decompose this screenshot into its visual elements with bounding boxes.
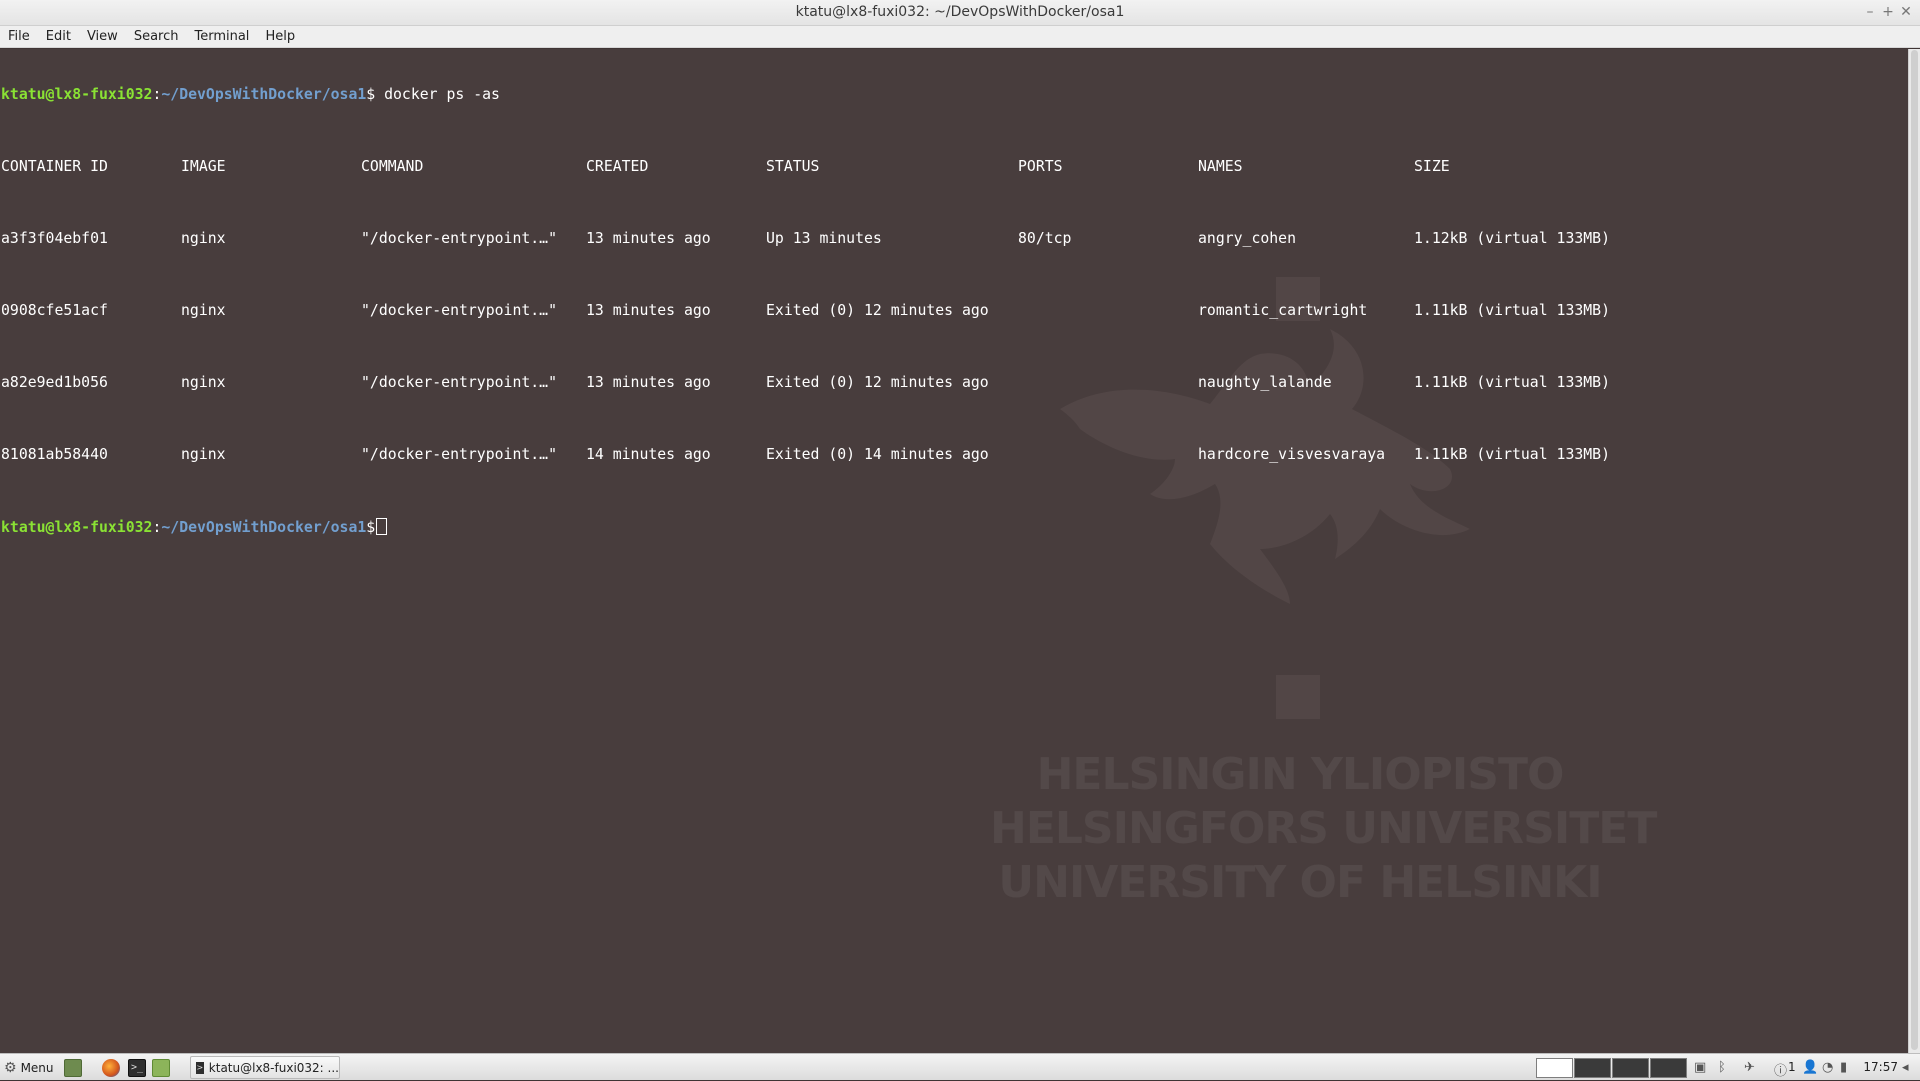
prompt-symbol: $	[366, 86, 376, 103]
terminal-task-icon: >	[196, 1061, 204, 1074]
terminal-output: ktatu@lx8-fuxi032:~/DevOpsWithDocker/osa…	[1, 50, 1610, 572]
menubar: File Edit View Search Terminal Help	[0, 26, 1920, 48]
minimize-button[interactable]: –	[1860, 2, 1880, 22]
display-icon[interactable]: ▣	[1694, 1060, 1706, 1075]
command: "/docker-entrypoint.…"	[361, 230, 557, 247]
files-icon[interactable]	[152, 1059, 170, 1077]
user-icon[interactable]: 👤	[1802, 1060, 1818, 1075]
menu-file[interactable]: File	[8, 29, 30, 44]
table-row: a82e9ed1b056 nginx "/docker-entrypoint.……	[1, 374, 1610, 392]
workspace-1[interactable]	[1536, 1058, 1573, 1078]
header-created: CREATED	[586, 158, 649, 175]
ports: 80/tcp	[1018, 230, 1072, 247]
menu-help[interactable]: Help	[265, 29, 295, 44]
image: nginx	[181, 230, 226, 247]
created: 13 minutes ago	[586, 302, 711, 319]
menu-label: Menu	[20, 1060, 54, 1075]
header-names: NAMES	[1198, 158, 1243, 175]
watermark-line-1: HELSINGIN YLIOPISTO	[1036, 749, 1565, 800]
status: Exited (0) 12 minutes ago	[766, 302, 989, 319]
container-id: a82e9ed1b056	[1, 374, 108, 391]
firefox-icon[interactable]	[102, 1059, 120, 1077]
close-button[interactable]: ✕	[1896, 2, 1916, 22]
taskbar: ⚙ Menu >_ > ktatu@lx8-fuxi032: ... ▣ ᛒ ✈…	[0, 1053, 1920, 1080]
command: "/docker-entrypoint.…"	[361, 302, 557, 319]
command: "/docker-entrypoint.…"	[361, 446, 557, 463]
terminal-cursor[interactable]	[376, 518, 388, 535]
maximize-button[interactable]: +	[1878, 2, 1898, 22]
volume-icon[interactable]: ◂	[1902, 1060, 1909, 1075]
workspace-3[interactable]	[1612, 1058, 1649, 1078]
container-id: 0908cfe51acf	[1, 302, 108, 319]
network-icon[interactable]: ✈	[1744, 1060, 1755, 1075]
prompt-line: ktatu@lx8-fuxi032:~/DevOpsWithDocker/osa…	[1, 518, 500, 536]
university-watermark: HELSINGIN YLIOPISTO HELSINGFORS UNIVERSI…	[990, 269, 1657, 929]
menu-terminal[interactable]: Terminal	[194, 29, 249, 44]
header-ports: PORTS	[1018, 158, 1063, 175]
size: 1.11kB (virtual 133MB)	[1414, 446, 1610, 463]
prompt-path: ~/DevOpsWithDocker/osa1	[161, 86, 367, 103]
terminal-area[interactable]: HELSINGIN YLIOPISTO HELSINGFORS UNIVERSI…	[0, 49, 1908, 1053]
university-logo-icon	[1060, 277, 1470, 719]
created: 13 minutes ago	[586, 374, 711, 391]
battery-icon[interactable]: ▮	[1840, 1060, 1847, 1075]
table-row: 0908cfe51acf nginx "/docker-entrypoint.……	[1, 302, 1610, 320]
menu-search[interactable]: Search	[134, 29, 179, 44]
status: Exited (0) 12 minutes ago	[766, 374, 989, 391]
window-titlebar[interactable]: ktatu@lx8-fuxi032: ~/DevOpsWithDocker/os…	[0, 0, 1920, 26]
terminal-scrollbar[interactable]	[1908, 49, 1920, 1053]
size: 1.11kB (virtual 133MB)	[1414, 374, 1610, 391]
status: Up 13 minutes	[766, 230, 882, 247]
menu-view[interactable]: View	[87, 29, 118, 44]
container-id: a3f3f04ebf01	[1, 230, 108, 247]
header-command: COMMAND	[361, 158, 424, 175]
header-status: STATUS	[766, 158, 820, 175]
scrollbar-thumb[interactable]	[1911, 50, 1918, 1050]
prompt-user-host: ktatu@lx8-fuxi032	[1, 519, 153, 536]
image: nginx	[181, 302, 226, 319]
table-row: a3f3f04ebf01 nginx "/docker-entrypoint.……	[1, 230, 1610, 248]
size: 1.12kB (virtual 133MB)	[1414, 230, 1610, 247]
window-title: ktatu@lx8-fuxi032: ~/DevOpsWithDocker/os…	[795, 4, 1125, 20]
taskbar-task-terminal[interactable]: > ktatu@lx8-fuxi032: ...	[190, 1056, 340, 1079]
image: nginx	[181, 374, 226, 391]
table-header-row: CONTAINER ID IMAGE COMMAND CREATED STATU…	[1, 158, 1450, 176]
header-size: SIZE	[1414, 158, 1450, 175]
command-text: docker ps -as	[375, 86, 500, 103]
command: "/docker-entrypoint.…"	[361, 374, 557, 391]
status: Exited (0) 14 minutes ago	[766, 446, 989, 463]
menu-edit[interactable]: Edit	[46, 29, 71, 44]
watermark-line-2: HELSINGFORS UNIVERSITET	[990, 803, 1657, 854]
names: naughty_lalande	[1198, 374, 1332, 391]
prompt-user-host: ktatu@lx8-fuxi032	[1, 86, 153, 103]
container-id: 81081ab58440	[1, 446, 108, 463]
header-container-id: CONTAINER ID	[1, 158, 108, 175]
workspace-2[interactable]	[1574, 1058, 1611, 1078]
info-icon[interactable]: ⓘ	[1774, 1060, 1787, 1079]
command-line: ktatu@lx8-fuxi032:~/DevOpsWithDocker/osa…	[1, 86, 500, 104]
names: angry_cohen	[1198, 230, 1296, 247]
clock[interactable]: 17:57	[1863, 1060, 1898, 1074]
gear-icon: ⚙	[4, 1059, 17, 1076]
names: romantic_cartwright	[1198, 302, 1368, 319]
header-image: IMAGE	[181, 158, 226, 175]
watermark-line-3: UNIVERSITY OF HELSINKI	[998, 857, 1602, 908]
created: 14 minutes ago	[586, 446, 711, 463]
prompt-path: ~/DevOpsWithDocker/osa1	[161, 519, 367, 536]
wifi-icon[interactable]: ◔	[1822, 1060, 1833, 1075]
size: 1.11kB (virtual 133MB)	[1414, 302, 1610, 319]
bluetooth-icon[interactable]: ᛒ	[1718, 1060, 1726, 1075]
start-menu-button[interactable]: ⚙ Menu	[4, 1054, 54, 1081]
table-row: 81081ab58440 nginx "/docker-entrypoint.……	[1, 446, 1610, 464]
task-label: ktatu@lx8-fuxi032: ...	[208, 1060, 339, 1075]
terminal-launcher-icon[interactable]: >_	[128, 1059, 146, 1077]
image: nginx	[181, 446, 226, 463]
show-desktop-icon[interactable]	[64, 1059, 82, 1077]
names: hardcore_visvesvaraya	[1198, 446, 1386, 463]
prompt-symbol: $	[366, 519, 376, 536]
created: 13 minutes ago	[586, 230, 711, 247]
notification-count: 1	[1788, 1060, 1796, 1074]
workspace-4[interactable]	[1650, 1058, 1687, 1078]
